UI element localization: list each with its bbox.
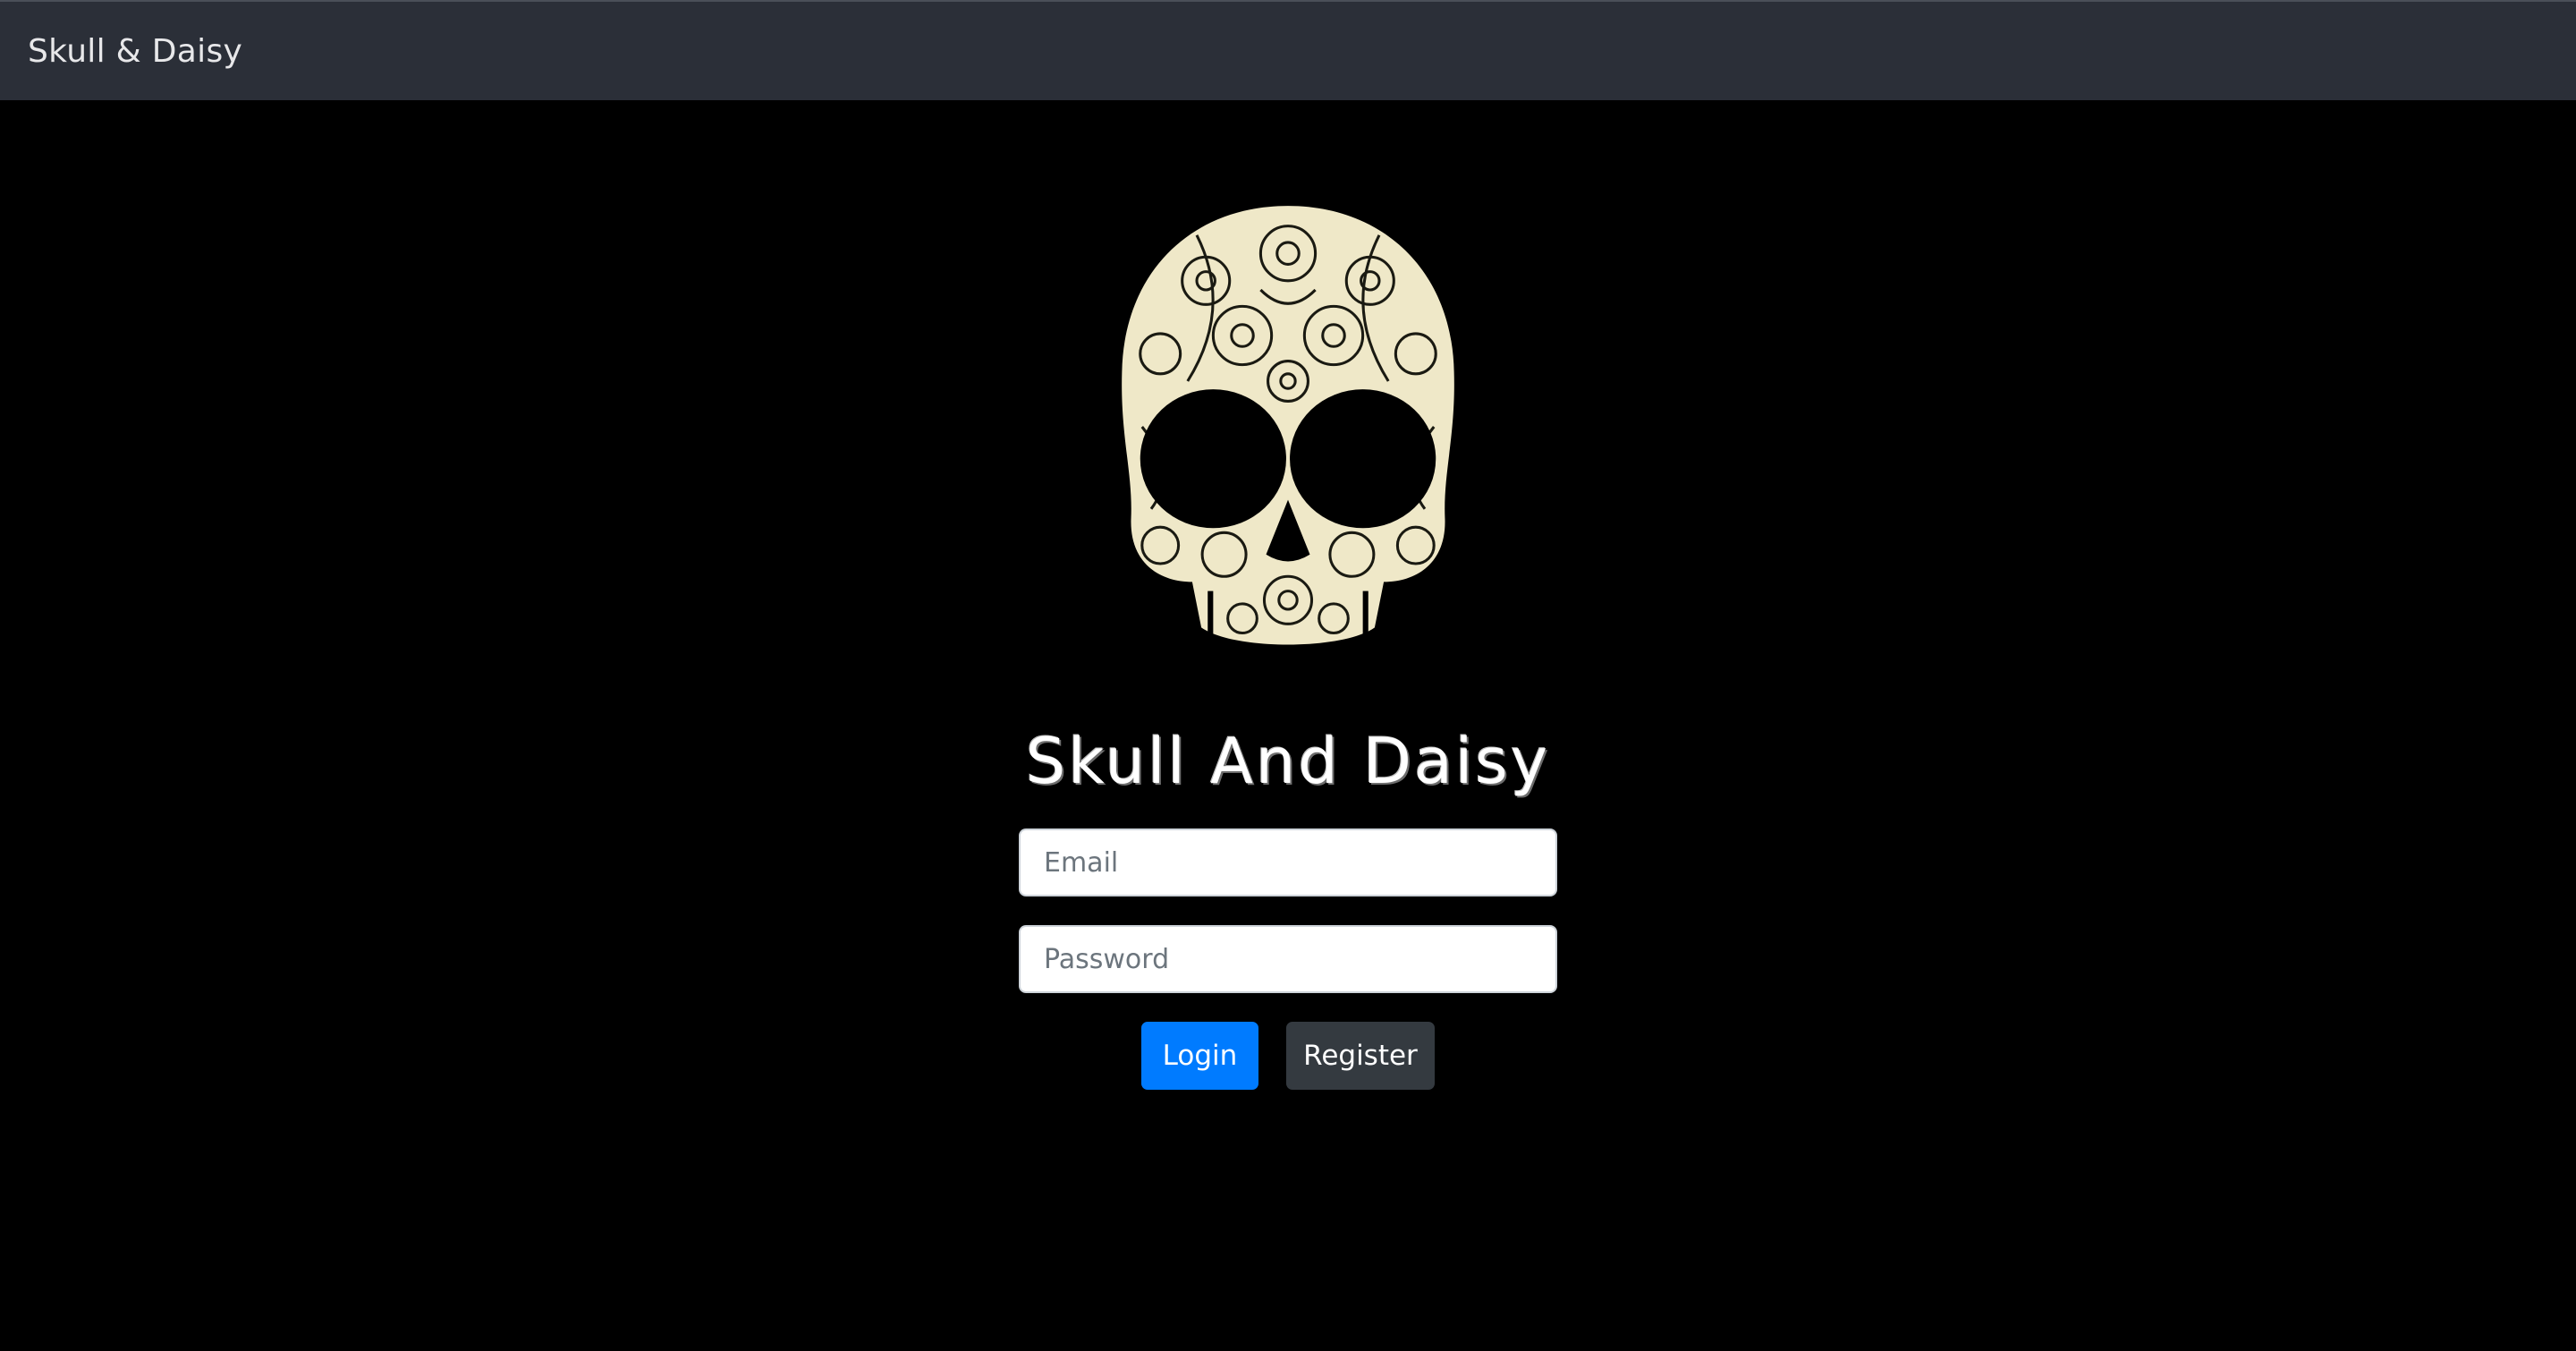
password-field[interactable] (1019, 925, 1557, 993)
page-title: Skull And Daisy (1025, 725, 1551, 798)
floral-skull-icon (1122, 206, 1454, 645)
navbar: Skull & Daisy (0, 0, 2576, 100)
email-field[interactable] (1019, 828, 1557, 896)
navbar-brand[interactable]: Skull & Daisy (28, 33, 242, 70)
register-button[interactable]: Register (1286, 1022, 1435, 1090)
login-button[interactable]: Login (1141, 1022, 1258, 1090)
